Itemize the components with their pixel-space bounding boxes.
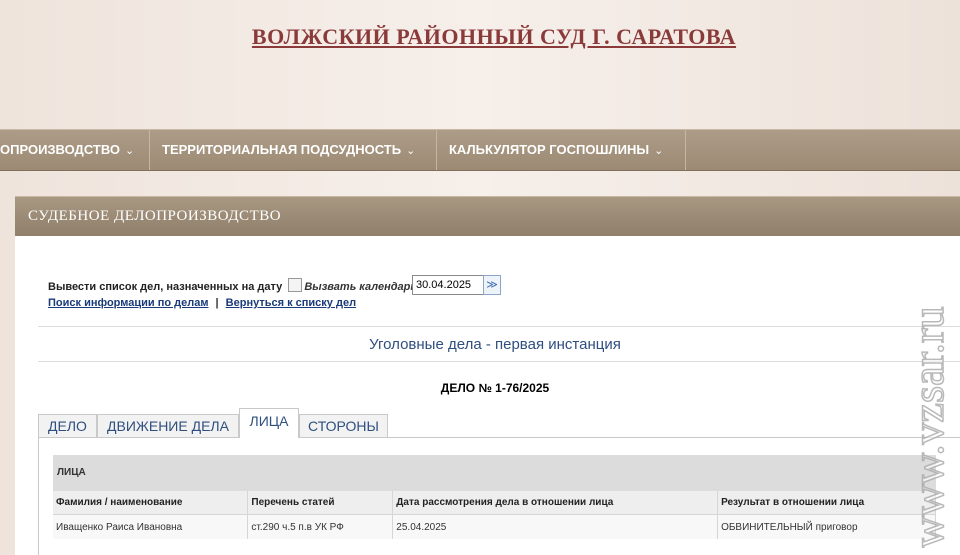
nav-item-label: КАЛЬКУЛЯТОР ГОСПОШЛИНЫ: [449, 142, 650, 157]
submit-date-button[interactable]: ≫: [483, 275, 501, 295]
site-title[interactable]: ВОЛЖСКИЙ РАЙОННЫЙ СУД Г. САРАТОВА: [0, 24, 960, 50]
table-row: Иващенко Раиса Ивановна ст.290 ч.5 п.в У…: [53, 514, 936, 539]
nav-item-label: ОПРОИЗВОДСТВО: [0, 142, 121, 157]
link-separator: |: [215, 297, 219, 309]
main-content: Вывести список дел, назначенных на дату …: [15, 236, 960, 555]
search-cases-link[interactable]: Поиск информации по делам: [48, 297, 208, 309]
person-name-cell: Иващенко Раиса Ивановна: [53, 514, 249, 539]
date-filter-label: Вывести список дел, назначенных на дату: [48, 281, 283, 293]
tab-case-movement[interactable]: ДВИЖЕНИЕ ДЕЛА: [97, 414, 239, 437]
chevron-down-icon: ⌄: [125, 145, 135, 157]
column-header: Перечень статей: [247, 491, 394, 515]
back-to-list-link[interactable]: Вернуться к списку дел: [226, 297, 356, 309]
nav-item-label: ТЕРРИТОРИАЛЬНАЯ ПОДСУДНОСТЬ: [162, 142, 402, 157]
case-links: Поиск информации по делам | Вернуться к …: [48, 297, 356, 309]
result-cell: ОБВИНИТЕЛЬНЫЙ приговор: [717, 514, 936, 539]
articles-cell: ст.290 ч.5 п.в УК РФ: [247, 514, 394, 539]
column-header: Фамилия / наименование: [53, 491, 249, 515]
date-input[interactable]: 30.04.2025: [412, 275, 487, 295]
table-header-row: Фамилия / наименование Перечень статей Д…: [53, 491, 936, 515]
nav-item-jurisdiction[interactable]: ТЕРРИТОРИАЛЬНАЯ ПОДСУДНОСТЬ ⌄: [150, 130, 437, 170]
column-header: Результат в отношении лица: [717, 491, 936, 515]
nav-item-fee-calculator[interactable]: КАЛЬКУЛЯТОР ГОСПОШЛИНЫ ⌄: [437, 130, 686, 170]
chevron-down-icon: ⌄: [654, 145, 664, 157]
hearing-date-cell: 25.04.2025: [392, 514, 719, 539]
case-number: ДЕЛО № 1-76/2025: [440, 381, 550, 395]
persons-panel-heading: ЛИЦА: [53, 455, 936, 491]
case-category-title: Уголовные дела - первая инстанция: [369, 336, 621, 353]
calendar-button[interactable]: Вызвать календарь: [304, 281, 417, 293]
persons-heading-label: ЛИЦА: [57, 467, 86, 478]
persons-table: Фамилия / наименование Перечень статей Д…: [53, 491, 936, 539]
tab-persons[interactable]: ЛИЦА: [239, 408, 299, 438]
chevron-down-icon: ⌄: [406, 145, 416, 157]
section-title: СУДЕБНОЕ ДЕЛОПРОИЗВОДСТВО: [28, 208, 282, 224]
divider: [38, 326, 960, 327]
column-header: Дата рассмотрения дела в отношении лица: [392, 491, 719, 515]
tab-case[interactable]: ДЕЛО: [38, 414, 97, 437]
section-header: СУДЕБНОЕ ДЕЛОПРОИЗВОДСТВО: [15, 196, 960, 237]
divider: [38, 361, 960, 362]
top-navigation: ОПРОИЗВОДСТВО ⌄ ТЕРРИТОРИАЛЬНАЯ ПОДСУДНОС…: [0, 129, 960, 171]
tab-parties[interactable]: СТОРОНЫ: [299, 414, 388, 437]
date-filter-row: Вывести список дел, назначенных на дату …: [48, 278, 417, 298]
calendar-icon[interactable]: [288, 278, 303, 292]
nav-item-proceedings[interactable]: ОПРОИЗВОДСТВО ⌄: [0, 130, 150, 170]
